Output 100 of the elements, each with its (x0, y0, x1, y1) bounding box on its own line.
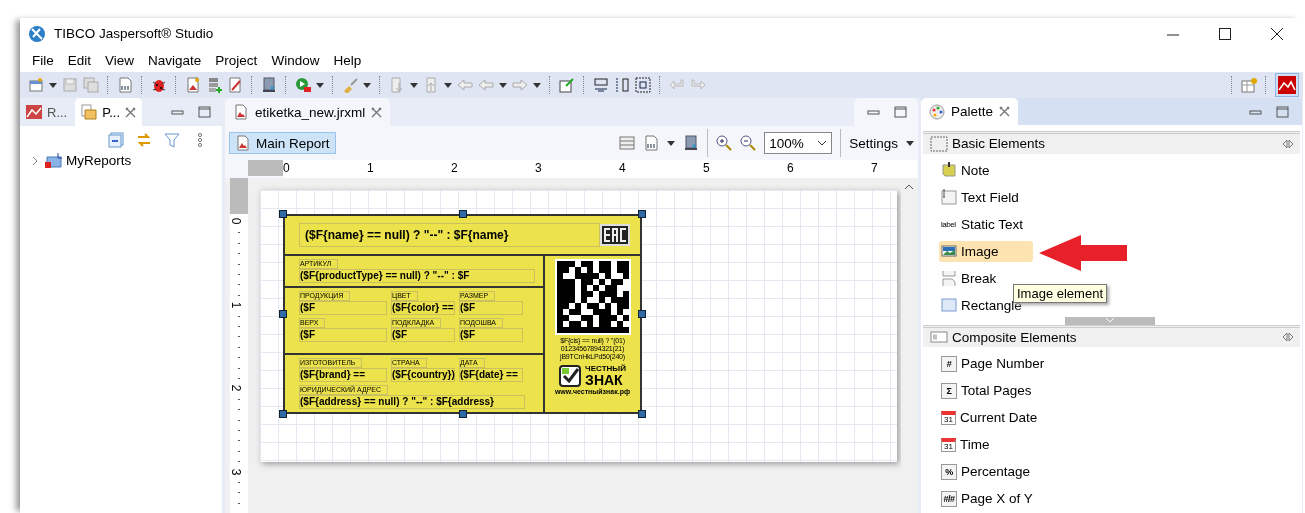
zoom-combo[interactable]: 100% (764, 132, 833, 154)
palette-item[interactable]: label Static Text (939, 213, 1030, 235)
caret-icon[interactable] (363, 82, 371, 88)
dashed-frame-icon (930, 135, 948, 152)
label-band[interactable] (283, 214, 642, 414)
glyph-icon: Σ (941, 382, 957, 399)
text-field: ($F (299, 328, 387, 342)
brush-icon[interactable] (342, 77, 358, 93)
field-frame-icon (930, 329, 948, 346)
glyph-icon: #/# (941, 490, 957, 507)
filter-icon[interactable] (164, 132, 180, 148)
palette-group-header[interactable]: Basic Elements (923, 131, 1300, 154)
ruler-number: 2 (229, 384, 244, 392)
document-up-icon[interactable] (423, 77, 439, 93)
tree-item[interactable]: MyReports (66, 153, 132, 168)
close-icon[interactable] (1270, 26, 1284, 41)
resize-handle[interactable] (279, 310, 287, 318)
menu-item[interactable]: Help (327, 53, 368, 68)
text-field: ($F{name} == null) ? "--" : $F{name} (299, 223, 600, 247)
run-icon[interactable] (295, 77, 311, 93)
caret-icon[interactable] (49, 82, 57, 88)
sticky-note-icon (941, 162, 957, 179)
palette-item[interactable]: % Percentage (939, 461, 1037, 482)
caret-icon[interactable] (444, 82, 452, 88)
caret-icon[interactable] (533, 82, 541, 88)
center-icon[interactable] (635, 77, 651, 93)
resize-handle[interactable] (458, 210, 467, 218)
pencil-file-icon[interactable] (227, 77, 243, 93)
glyph-icon: % (941, 463, 957, 480)
scroll-down-button[interactable] (1065, 316, 1155, 325)
rectangle-icon (941, 297, 957, 314)
new-file-icon[interactable] (28, 77, 44, 93)
report-file-icon (235, 135, 251, 151)
bands-icon[interactable] (619, 135, 636, 151)
main-report-button[interactable]: Main Report (229, 132, 336, 154)
editor-tab[interactable]: etiketka_new.jrxml (225, 98, 391, 126)
server-icon[interactable] (683, 135, 700, 151)
binary-file-icon[interactable] (117, 77, 133, 93)
caret-icon[interactable] (410, 82, 418, 88)
menu-item[interactable]: File (26, 53, 60, 68)
calendar-icon: 31 (941, 410, 956, 425)
resize-handle[interactable] (638, 410, 646, 418)
text-field: ($F (299, 301, 387, 315)
calendar-icon: 31 (941, 437, 956, 452)
zoom-in-icon[interactable] (716, 135, 733, 151)
collapse-all-icon[interactable] (108, 132, 124, 148)
palette-item[interactable]: Break (939, 267, 1003, 289)
distribute-icon[interactable] (614, 77, 630, 93)
ruler-corner (230, 178, 248, 214)
perspective-button[interactable] (1275, 73, 1299, 97)
ruler-corner (248, 160, 283, 176)
zoom-out-icon[interactable] (740, 135, 757, 151)
maximize-icon[interactable] (1218, 26, 1232, 41)
view-tab[interactable]: R... (20, 98, 74, 126)
palette-item[interactable]: Image (939, 240, 1033, 262)
server-icon[interactable] (261, 77, 277, 93)
bug-icon[interactable] (151, 77, 167, 93)
collapse-arrows-icon (1282, 138, 1294, 149)
chevron-down-icon[interactable] (817, 140, 828, 146)
view-tab[interactable]: P... (75, 98, 143, 126)
settings-button[interactable]: Settings (849, 135, 898, 151)
text-field: ($F (391, 328, 455, 342)
menu-item[interactable]: Window (265, 53, 326, 68)
menu-item[interactable]: Navigate (142, 53, 208, 68)
caret-icon[interactable] (906, 140, 914, 146)
document-down-icon[interactable] (389, 77, 405, 93)
perspective-icon[interactable] (1241, 77, 1257, 93)
resize-handle[interactable] (279, 410, 287, 418)
resize-handle[interactable] (458, 410, 467, 418)
arrow-right-icon[interactable] (512, 77, 528, 93)
palette-tab[interactable]: Palette (921, 98, 1019, 126)
palette-group-header[interactable]: Composite Elements (923, 324, 1300, 347)
link-icon[interactable] (136, 132, 152, 148)
palette-item[interactable]: Text Field (939, 186, 1025, 208)
binary-file-icon[interactable] (643, 135, 660, 151)
image-file-icon[interactable] (185, 77, 201, 93)
resize-handle[interactable] (638, 310, 646, 318)
data-matrix-code-icon (554, 259, 631, 335)
palette-item[interactable]: Note (939, 159, 996, 181)
palette-item[interactable]: # Page Number (939, 353, 1051, 374)
resize-handle[interactable] (638, 210, 646, 218)
resize-handle[interactable] (279, 210, 287, 218)
caret-icon[interactable] (499, 82, 507, 88)
menu-item[interactable]: View (99, 53, 141, 68)
caret-icon[interactable] (667, 140, 676, 146)
palette-item[interactable]: 31 Current Date (939, 407, 1044, 428)
palette-item[interactable]: Σ Total Pages (939, 380, 1038, 401)
align-icon[interactable] (593, 77, 609, 93)
palette-item[interactable]: 31 Time (939, 434, 996, 455)
edit-icon[interactable] (559, 77, 575, 93)
project-folder-icon (44, 152, 62, 169)
menu-item[interactable]: Project (209, 53, 264, 68)
scroll-up-icon[interactable] (903, 182, 915, 192)
menu-item[interactable]: Edit (61, 53, 98, 68)
arrow-left-icon[interactable] (478, 77, 494, 93)
caret-icon[interactable] (316, 82, 324, 88)
database-add-icon[interactable] (206, 77, 222, 93)
palette-item[interactable]: #/# Page X of Y (939, 488, 1039, 509)
back-arrow-icon[interactable] (457, 77, 473, 93)
palette-icon (929, 103, 945, 120)
